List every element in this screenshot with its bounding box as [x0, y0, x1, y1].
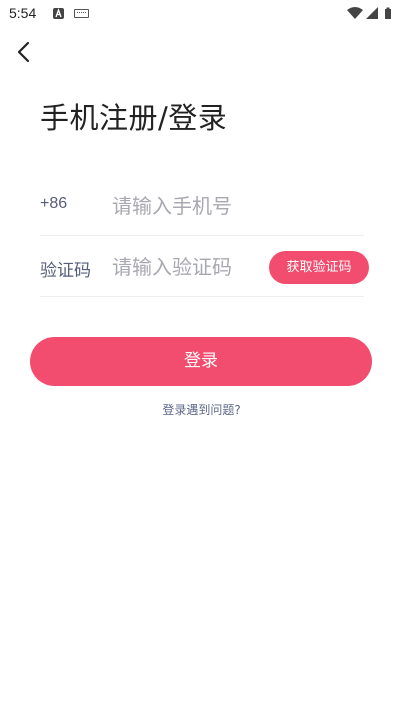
login-button[interactable]: 登录	[30, 337, 372, 386]
wifi-icon	[347, 7, 363, 19]
status-icons	[347, 6, 395, 22]
phone-row: +86	[40, 176, 364, 236]
page-title: 手机注册/登录	[40, 101, 228, 135]
login-trouble-link[interactable]: 登录遇到问题?	[0, 401, 403, 418]
status-time: 5:54	[9, 5, 37, 21]
battery-icon	[385, 7, 391, 19]
chevron-left-icon	[17, 41, 30, 63]
verification-code-input[interactable]	[112, 251, 272, 283]
verification-code-row: 验证码 获取验证码	[40, 237, 369, 297]
country-code[interactable]: +86	[40, 195, 67, 213]
phone-input[interactable]	[112, 190, 352, 222]
get-code-button[interactable]: 获取验证码	[269, 251, 369, 284]
signal-icon	[366, 7, 378, 19]
verification-code-label: 验证码	[40, 261, 91, 281]
back-button[interactable]	[10, 38, 38, 66]
status-bar: 5:54	[0, 0, 403, 28]
a-letter-icon	[53, 8, 64, 19]
login-screen: 5:54 手机注册/登录 +86 请输入手机号 验证码 请输入验证码 获取验证码…	[0, 0, 403, 718]
keyboard-icon	[74, 9, 89, 18]
